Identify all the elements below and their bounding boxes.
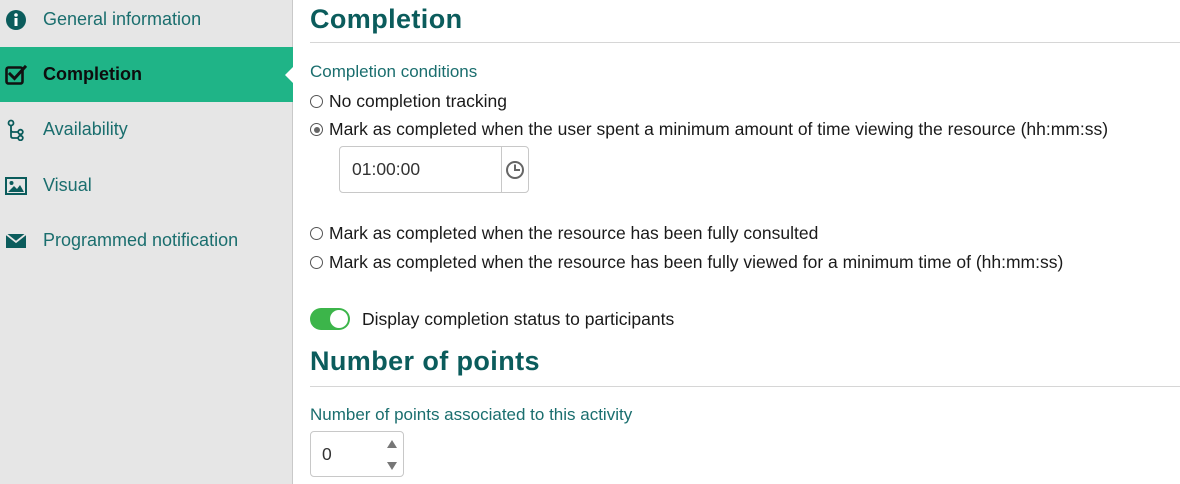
image-icon (5, 175, 27, 197)
spin-up-icon[interactable] (387, 440, 397, 448)
sidebar-item-availability[interactable]: Availability (0, 102, 293, 157)
sidebar: General information Completion Availabil… (0, 0, 294, 484)
points-input[interactable] (311, 443, 381, 465)
radio-button[interactable] (310, 256, 323, 269)
completion-conditions-label: Completion conditions (310, 62, 478, 81)
option-label: Mark as completed when the resource has … (329, 223, 819, 243)
sidebar-item-label: Completion (43, 64, 142, 84)
number-spinner[interactable] (386, 438, 398, 472)
points-field-label: Number of points associated to this acti… (310, 405, 633, 424)
option-label: No completion tracking (329, 91, 507, 111)
min-time-input[interactable] (340, 147, 501, 192)
clock-icon[interactable] (501, 147, 528, 192)
option-label: Mark as completed when the resource has … (329, 252, 1064, 272)
display-status-label: Display completion status to participant… (362, 308, 675, 329)
option-label: Mark as completed when the user spent a … (329, 119, 1109, 139)
sidebar-item-label: General information (43, 9, 202, 29)
points-title: Number of points (310, 346, 540, 376)
sidebar-item-label: Availability (43, 119, 128, 139)
radio-button[interactable] (310, 95, 323, 108)
sidebar-item-label: Programmed notification (43, 230, 239, 250)
option-fully-viewed-min-time[interactable]: Mark as completed when the resource has … (310, 252, 1063, 273)
display-status-row: Display completion status to participant… (310, 308, 674, 330)
min-time-field[interactable] (339, 146, 529, 193)
radio-button-selected[interactable] (310, 123, 323, 136)
option-fully-consulted[interactable]: Mark as completed when the resource has … (310, 223, 818, 244)
sidebar-item-programmed-notification[interactable]: Programmed notification (0, 213, 293, 268)
branch-icon (5, 119, 27, 141)
sidebar-item-general-information[interactable]: General information (0, 0, 293, 47)
envelope-icon (5, 230, 27, 252)
sidebar-item-visual[interactable]: Visual (0, 158, 293, 213)
divider (310, 386, 1180, 387)
checkbox-icon (5, 64, 27, 86)
spin-down-icon[interactable] (387, 462, 397, 470)
divider (310, 42, 1180, 43)
info-icon (5, 9, 27, 31)
radio-button[interactable] (310, 227, 323, 240)
sidebar-item-label: Visual (43, 175, 92, 195)
option-min-time-viewing[interactable]: Mark as completed when the user spent a … (310, 119, 1108, 140)
points-field[interactable] (310, 431, 404, 477)
display-status-toggle[interactable] (310, 308, 350, 330)
option-no-tracking[interactable]: No completion tracking (310, 91, 507, 112)
sidebar-item-completion[interactable]: Completion (0, 47, 294, 102)
completion-title: Completion (310, 4, 463, 34)
